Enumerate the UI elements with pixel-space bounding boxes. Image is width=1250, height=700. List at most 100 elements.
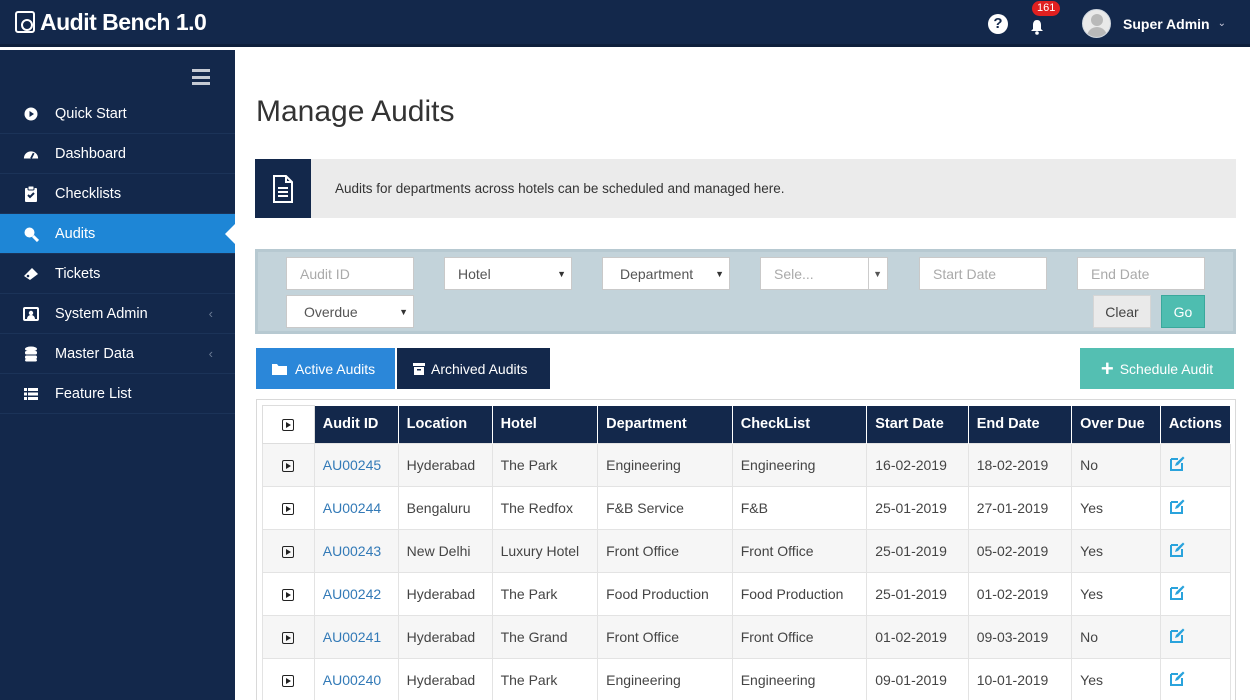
help-icon[interactable]: ? [988, 13, 1008, 34]
expand-icon [282, 460, 295, 473]
select-all-header[interactable] [262, 405, 315, 444]
tab-archived-audits[interactable]: Archived Audits [397, 348, 550, 389]
checklist-cell: F&B [731, 486, 868, 530]
hotel-cell: Luxury Hotel [491, 529, 599, 573]
over-due-cell: Yes [1071, 658, 1161, 700]
audit-id-cell[interactable]: AU00241 [313, 615, 399, 659]
audit-id-cell[interactable]: AU00244 [313, 486, 399, 530]
sidebar-item-label: Master Data [55, 345, 134, 362]
overdue-select[interactable]: Overdue ▼ [286, 295, 414, 328]
edit-icon[interactable] [1169, 542, 1185, 558]
edit-icon[interactable] [1169, 585, 1185, 601]
audit-id-link[interactable]: AU00241 [323, 629, 381, 645]
col-header-end-date[interactable]: End Date [968, 405, 1073, 444]
table-row: AU00243 New Delhi Luxury Hotel Front Off… [262, 529, 1232, 573]
tab-active-audits[interactable]: Active Audits [256, 348, 395, 389]
document-icon [255, 159, 311, 218]
col-header-start-date[interactable]: Start Date [866, 405, 969, 444]
info-banner: Audits for departments across hotels can… [255, 159, 1236, 218]
brand[interactable]: Audit Bench 1.0 [0, 9, 207, 36]
start-date-cell: 25-01-2019 [866, 572, 969, 616]
checklist-cell: Food Production [731, 572, 868, 616]
expand-icon [282, 675, 295, 688]
start-date-input[interactable]: Start Date [919, 257, 1047, 290]
edit-icon[interactable] [1169, 671, 1185, 687]
edit-icon[interactable] [1169, 499, 1185, 515]
col-header-checklist[interactable]: CheckList [732, 405, 868, 444]
go-button[interactable]: Go [1161, 295, 1205, 328]
notifications-button[interactable]: 161 [1026, 0, 1061, 35]
department-cell: Front Office [597, 615, 733, 659]
department-cell: Engineering [597, 658, 733, 700]
sidebar-item-quick-start[interactable]: Quick Start [0, 94, 235, 134]
overdue-select-value: Overdue [304, 303, 358, 320]
user-avatar[interactable] [1082, 9, 1111, 38]
sidebar-item-system-admin[interactable]: System Admin ‹ [0, 294, 235, 334]
audit-id-link[interactable]: AU00242 [323, 586, 381, 602]
sidebar-item-master-data[interactable]: Master Data ‹ [0, 334, 235, 374]
dropdown-arrow-icon: ▼ [873, 268, 882, 279]
ticket-icon [23, 266, 39, 282]
department-cell: Food Production [597, 572, 733, 616]
filter-panel: Audit ID Hotel ▼ Department ▼ Sele... ▼ … [255, 249, 1236, 334]
end-date-cell: 18-02-2019 [967, 443, 1073, 487]
table-row: AU00240 Hyderabad The Park Engineering E… [262, 658, 1232, 700]
user-name[interactable]: Super Admin [1123, 16, 1210, 32]
row-expand-cell[interactable] [262, 572, 315, 616]
audit-id-cell[interactable]: AU00242 [313, 572, 399, 616]
tab-label: Archived Audits [431, 360, 528, 377]
row-expand-cell[interactable] [262, 443, 315, 487]
select-divider [868, 258, 869, 289]
audit-id-link[interactable]: AU00245 [323, 457, 381, 473]
end-date-input[interactable]: End Date [1077, 257, 1205, 290]
hotel-select[interactable]: Hotel ▼ [444, 257, 572, 290]
col-header-hotel[interactable]: Hotel [492, 405, 599, 444]
checklist-cell: Engineering [731, 658, 868, 700]
sidebar-item-audits[interactable]: Audits [0, 214, 235, 254]
sidebar-menu: Quick Start Dashboard Checklists Audits … [0, 94, 235, 414]
audit-id-cell[interactable]: AU00240 [313, 658, 399, 700]
audit-id-link[interactable]: AU00243 [323, 543, 381, 559]
audit-id-cell[interactable]: AU00243 [313, 529, 399, 573]
col-header-over-due[interactable]: Over Due [1071, 405, 1161, 444]
col-header-department[interactable]: Department [597, 405, 733, 444]
clear-button[interactable]: Clear [1093, 295, 1151, 328]
sidebar-item-checklists[interactable]: Checklists [0, 174, 235, 214]
topbar-actions: ? 161 Super Admin ⌄ [988, 0, 1250, 47]
sidebar-item-dashboard[interactable]: Dashboard [0, 134, 235, 174]
location-cell: Hyderabad [397, 615, 493, 659]
schedule-audit-button[interactable]: + Schedule Audit [1080, 348, 1234, 389]
row-expand-cell[interactable] [262, 658, 315, 700]
audits-table-container: Audit ID Location Hotel Department Check… [256, 399, 1236, 700]
sidebar-item-tickets[interactable]: Tickets [0, 254, 235, 294]
audit-id-link[interactable]: AU00244 [323, 500, 381, 516]
checklist-select[interactable]: Sele... ▼ [760, 257, 888, 290]
sidebar-item-feature-list[interactable]: Feature List [0, 374, 235, 414]
hamburger-menu-icon[interactable] [192, 69, 210, 85]
col-header-audit-id[interactable]: Audit ID [314, 405, 399, 444]
edit-icon[interactable] [1169, 456, 1185, 472]
audit-id-link[interactable]: AU00240 [323, 672, 381, 688]
chevron-left-icon: ‹ [208, 306, 213, 321]
location-cell: Bengaluru [397, 486, 493, 530]
chevron-down-icon[interactable]: ⌄ [1218, 18, 1226, 29]
department-select[interactable]: Department ▼ [602, 257, 730, 290]
row-expand-cell[interactable] [262, 529, 315, 573]
col-header-location[interactable]: Location [398, 405, 493, 444]
expand-icon [282, 589, 295, 602]
schedule-audit-label: Schedule Audit [1119, 360, 1214, 377]
notification-count-badge: 161 [1032, 0, 1061, 16]
audit-id-cell[interactable]: AU00245 [313, 443, 399, 487]
magnify-icon [23, 226, 39, 242]
row-expand-cell[interactable] [262, 486, 315, 530]
expand-icon [282, 546, 295, 559]
gauge-icon [23, 146, 39, 162]
sidebar-item-label: Feature List [55, 385, 132, 402]
archive-icon [413, 362, 425, 375]
actions-cell [1159, 658, 1232, 700]
audit-id-input[interactable]: Audit ID [286, 257, 414, 290]
start-date-cell: 25-01-2019 [866, 486, 969, 530]
row-expand-cell[interactable] [262, 615, 315, 659]
edit-icon[interactable] [1169, 628, 1185, 644]
bell-icon [1031, 19, 1043, 35]
